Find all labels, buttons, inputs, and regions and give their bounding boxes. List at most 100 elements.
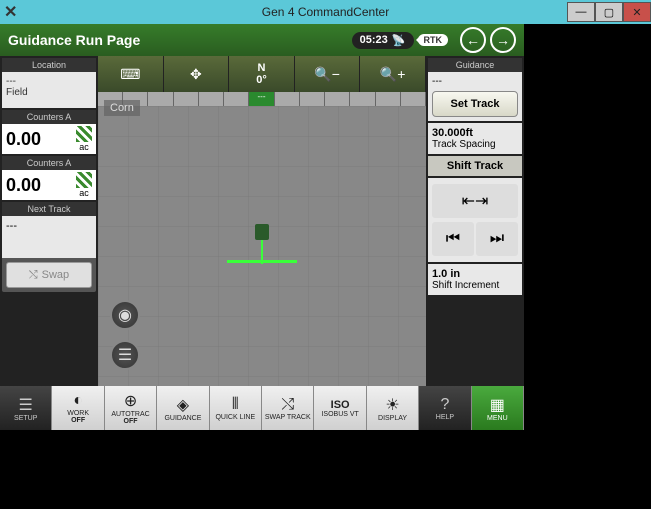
quickline-label: QUICK LINE [215, 414, 255, 421]
bottom-toolbar: ☰ SETUP ◐ WORK OFF ⊕ AUTOTRAC OFF ◈ GUID… [0, 386, 524, 430]
location-body[interactable]: --- Field [2, 72, 96, 108]
counter-header: Counters A [2, 110, 96, 124]
satellite-icon: 📡 [392, 34, 406, 47]
help-button[interactable]: ? HELP [419, 386, 471, 430]
set-track-button[interactable]: Set Track [432, 91, 518, 117]
map-view[interactable]: ◉ ☰ [98, 106, 426, 386]
setup-label: SETUP [14, 415, 37, 422]
window-titlebar: ✕ Gen 4 CommandCenter — ▢ ✕ [0, 0, 651, 24]
isobus-button[interactable]: ISO ISOBUS VT [314, 386, 366, 430]
counter-panel-1: Counters A 0.00 ac [2, 156, 96, 200]
time-value: 05:23 [360, 34, 388, 46]
app-header: Guidance Run Page 05:23 📡 RTK ← → [0, 24, 524, 56]
shift-increment-info[interactable]: 1.0 in Shift Increment [428, 264, 522, 295]
map-area: ⌨ ✥ N 0° 🔍− 🔍+ --- ◉ ☰ [98, 56, 426, 386]
swaptrack-label: SWAP TRACK [265, 414, 311, 421]
display-icon: ☀ [385, 395, 399, 415]
implement-line [227, 260, 297, 263]
nav-back-button[interactable]: ← [460, 27, 486, 53]
counter-body[interactable]: 0.00 ac [2, 124, 96, 154]
shift-right-button[interactable]: ⏭ [476, 222, 518, 256]
menu-label: MENU [487, 415, 508, 422]
quickline-button[interactable]: ⦀ QUICK LINE [210, 386, 262, 430]
layers-button[interactable]: ☰ [110, 340, 140, 370]
next-track-value: --- [6, 220, 92, 232]
heading-deg: 0° [256, 74, 267, 86]
pan-button[interactable]: ✥ [164, 56, 230, 92]
display-button[interactable]: ☀ DISPLAY [367, 386, 419, 430]
counter-unit: ac [76, 142, 92, 152]
autotrac-icon: ⊕ [124, 391, 137, 411]
location-panel: Location --- Field [2, 58, 96, 108]
area-icon [76, 172, 92, 188]
map-toolbar: ⌨ ✥ N 0° 🔍− 🔍+ [98, 56, 426, 92]
menu-icon: ▦ [490, 395, 505, 415]
swap-icon: ⤭ [29, 269, 38, 282]
close-button[interactable]: ✕ [623, 2, 651, 22]
counter-body[interactable]: 0.00 ac [2, 170, 96, 200]
autotrac-sub: OFF [124, 418, 138, 425]
maximize-button[interactable]: ▢ [595, 2, 623, 22]
left-sidebar: Location --- Field Counters A 0.00 ac Co… [0, 56, 98, 386]
guidance-body: --- Set Track [428, 72, 522, 121]
swap-label: Swap [42, 269, 70, 281]
help-icon: ? [441, 396, 450, 414]
counter-header: Counters A [2, 156, 96, 170]
right-sidebar: Guidance --- Set Track 30.000ft Track Sp… [426, 56, 524, 386]
display-label: DISPLAY [378, 415, 407, 422]
shift-left-button[interactable]: ⏮ [432, 222, 474, 256]
guidance-button[interactable]: ◈ GUIDANCE [157, 386, 209, 430]
guidance-label: GUIDANCE [164, 415, 201, 422]
swap-button[interactable]: ⤭ Swap [6, 262, 92, 288]
shift-center-button[interactable]: ⇤⇥ [432, 184, 518, 218]
crop-label: Corn [104, 100, 140, 116]
next-track-header: Next Track [2, 202, 96, 216]
heading-display[interactable]: N 0° [229, 56, 295, 92]
menu-button[interactable]: ▦ MENU [472, 386, 524, 430]
help-label: HELP [436, 414, 454, 421]
autotrac-button[interactable]: ⊕ AUTOTRAC OFF [105, 386, 157, 430]
zoom-in-button[interactable]: 🔍+ [360, 56, 426, 92]
counter-panel-0: Counters A 0.00 ac [2, 110, 96, 154]
location-line1: --- [6, 76, 92, 87]
setup-button[interactable]: ☰ SETUP [0, 386, 52, 430]
location-header: Location [2, 58, 96, 72]
guidance-panel: Guidance --- Set Track [428, 58, 522, 121]
guidance-header: Guidance [428, 58, 522, 72]
work-sub: OFF [71, 417, 85, 424]
next-track-body: --- [2, 216, 96, 258]
window-title: Gen 4 CommandCenter [262, 5, 389, 19]
isobus-label: ISOBUS VT [321, 411, 358, 418]
track-spacing-label: Track Spacing [432, 139, 518, 150]
area-icon [76, 126, 92, 142]
offset-ruler: --- [98, 92, 426, 106]
vehicle-icon [255, 224, 269, 240]
signal-badge: RTK [418, 34, 449, 46]
work-button[interactable]: ◐ WORK OFF [52, 386, 104, 430]
track-spacing-value: 30.000ft [432, 127, 518, 139]
next-track-panel: Next Track --- ⤭ Swap [2, 202, 96, 292]
shift-track-header: Shift Track [428, 156, 522, 176]
minimize-button[interactable]: — [567, 2, 595, 22]
guidance-value: --- [432, 76, 518, 87]
heading-dir: N [258, 62, 266, 74]
shift-inc-label: Shift Increment [432, 280, 518, 291]
work-icon: ◐ [73, 392, 83, 410]
nav-forward-button[interactable]: → [490, 27, 516, 53]
page-title: Guidance Run Page [8, 32, 352, 48]
track-spacing-info[interactable]: 30.000ft Track Spacing [428, 123, 522, 154]
app-icon: ✕ [4, 2, 17, 22]
swaptrack-icon: ⤭ [281, 396, 294, 414]
swaptrack-button[interactable]: ⤭ SWAP TRACK [262, 386, 314, 430]
counter-value: 0.00 [6, 129, 41, 150]
isobus-icon: ISO [331, 399, 350, 411]
shift-inc-value: 1.0 in [432, 268, 518, 280]
autotrac-label: AUTOTRAC [111, 411, 149, 418]
camera-button[interactable]: ◉ [110, 300, 140, 330]
zoom-out-button[interactable]: 🔍− [295, 56, 361, 92]
quickline-icon: ⦀ [232, 396, 239, 414]
counter-unit: ac [76, 188, 92, 198]
location-line2: Field [6, 87, 92, 98]
ruler-center: --- [249, 92, 274, 106]
keyboard-button[interactable]: ⌨ [98, 56, 164, 92]
